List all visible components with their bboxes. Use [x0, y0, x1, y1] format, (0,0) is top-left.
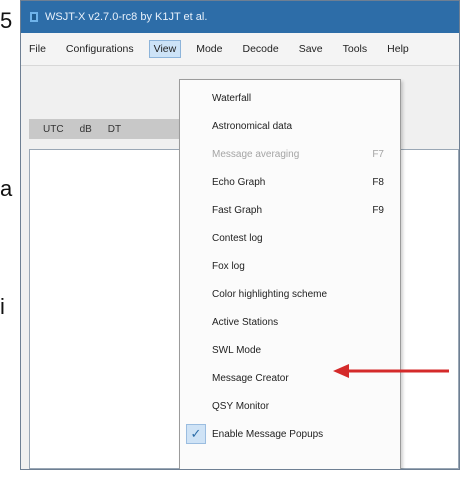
- view-menu-waterfall[interactable]: Waterfall: [180, 84, 400, 112]
- view-menu-fast-graph[interactable]: Fast Graph F9: [180, 196, 400, 224]
- shortcut-f8: F8: [372, 176, 384, 188]
- menu-save[interactable]: Save: [295, 41, 327, 57]
- db-label: dB: [79, 123, 92, 135]
- menu-bar: File Configurations View Mode Decode Sav…: [21, 33, 459, 66]
- menu-view[interactable]: View: [148, 40, 182, 58]
- view-menu-message-averaging: Message averaging F7: [212, 148, 384, 160]
- view-menu-active-stations[interactable]: Active Stations: [180, 308, 400, 336]
- view-menu-swl-mode[interactable]: SWL Mode: [180, 336, 400, 364]
- side-char-middle: a: [0, 176, 13, 201]
- app-title: WSJT-X v2.7.0-rc8 by K1JT et al.: [45, 11, 208, 23]
- menu-configurations[interactable]: Configurations: [62, 41, 138, 57]
- side-char-lower: i: [0, 294, 5, 319]
- app-window: WSJT-X v2.7.0-rc8 by K1JT et al. File Co…: [20, 0, 460, 470]
- view-menu-color-highlighting-scheme[interactable]: Color highlighting scheme: [180, 280, 400, 308]
- menu-tools[interactable]: Tools: [339, 41, 372, 57]
- decode-header: UTC dB DT: [29, 119, 189, 139]
- view-menu-dropdown: Waterfall Astronomical data Message aver…: [179, 79, 401, 469]
- shortcut-f7: F7: [372, 148, 384, 160]
- view-menu-contest-log[interactable]: Contest log: [180, 224, 400, 252]
- utc-label: UTC: [43, 123, 64, 135]
- view-menu-echo-graph[interactable]: Echo Graph F8: [180, 168, 400, 196]
- red-arrow-icon: [333, 364, 449, 378]
- shortcut-f9: F9: [372, 204, 384, 216]
- side-char-top: 5: [0, 8, 13, 33]
- title-bar: WSJT-X v2.7.0-rc8 by K1JT et al.: [21, 1, 459, 33]
- app-icon: [29, 11, 39, 23]
- menu-decode[interactable]: Decode: [238, 41, 282, 57]
- checkmark-icon: ✓: [186, 424, 206, 444]
- menu-file[interactable]: File: [25, 41, 50, 57]
- menu-mode[interactable]: Mode: [192, 41, 226, 57]
- view-menu-enable-message-popups[interactable]: ✓ Enable Message Popups: [180, 420, 400, 448]
- view-menu-fox-log[interactable]: Fox log: [180, 252, 400, 280]
- dt-label: DT: [107, 123, 122, 135]
- view-menu-astronomical-data[interactable]: Astronomical data: [180, 112, 400, 140]
- menu-help[interactable]: Help: [383, 41, 413, 57]
- view-menu-qsy-monitor[interactable]: QSY Monitor: [180, 392, 400, 420]
